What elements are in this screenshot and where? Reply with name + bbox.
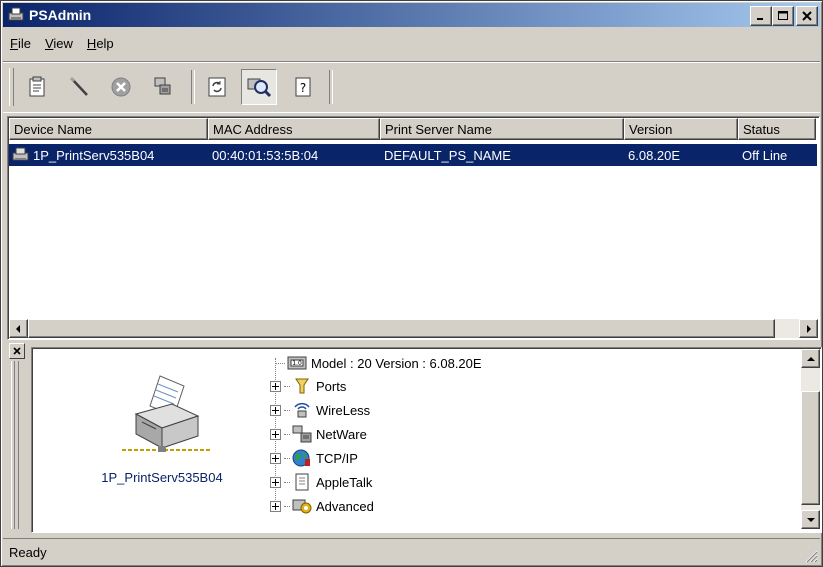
scroll-left-button[interactable] <box>9 319 28 338</box>
status-bar: Ready <box>3 538 820 565</box>
printer-app-icon <box>7 7 25 23</box>
wireless-icon <box>294 402 310 418</box>
device-summary: 1P_PrintServ535B04 <box>52 358 272 518</box>
column-device-name[interactable]: Device Name <box>9 118 208 140</box>
menu-file[interactable]: File <box>3 36 38 51</box>
device-detail-view: 1P_PrintServ535B04 1.0 Model : 20 Versio… <box>31 347 822 533</box>
expand-icon[interactable] <box>270 452 281 464</box>
device-list[interactable]: Device Name MAC Address Print Server Nam… <box>7 116 820 340</box>
refresh-button[interactable] <box>199 69 235 105</box>
table-row[interactable]: 1P_PrintServ535B04 00:40:01:53:5B:04 DEF… <box>9 144 817 166</box>
gear-icon <box>292 499 312 514</box>
help-button[interactable]: ? <box>285 69 321 105</box>
expand-icon[interactable] <box>270 428 281 440</box>
search-button[interactable] <box>241 69 277 105</box>
status-text: Ready <box>9 544 47 560</box>
model-version-text: Model : 20 Version : 6.08.20E <box>311 355 482 371</box>
expand-icon[interactable] <box>270 500 281 512</box>
menu-view[interactable]: View <box>38 36 80 51</box>
tree-item-model[interactable]: 1.0 Model : 20 Version : 6.08.20E <box>275 352 482 374</box>
tree-item-wireless[interactable]: WireLess <box>270 399 370 421</box>
maximize-button[interactable] <box>772 6 794 26</box>
print-server-icon <box>12 147 29 161</box>
expand-icon[interactable] <box>270 404 281 416</box>
horizontal-scroll-thumb[interactable] <box>28 319 775 338</box>
search-icon <box>247 78 272 98</box>
expand-icon[interactable] <box>270 380 281 392</box>
device-name-label[interactable]: 1P_PrintServ535B04 <box>52 470 272 485</box>
stop-icon <box>111 77 131 97</box>
delete-button[interactable] <box>103 69 139 105</box>
close-button[interactable] <box>796 6 818 26</box>
properties-icon <box>29 76 45 97</box>
refresh-icon <box>208 77 226 97</box>
toolbar-grip[interactable] <box>9 68 14 106</box>
device-tree[interactable]: 1.0 Model : 20 Version : 6.08.20E Ports <box>270 350 790 530</box>
psadmin-window: PSAdmin File View Help ? Device Name MAC… <box>0 0 823 567</box>
cell-print-server-name: DEFAULT_PS_NAME <box>384 147 511 163</box>
cell-device-name: 1P_PrintServ535B04 <box>33 147 155 163</box>
arrow-right-icon <box>806 324 811 333</box>
toolbar-separator <box>191 70 195 104</box>
column-version[interactable]: Version <box>624 118 738 140</box>
close-pane-button[interactable] <box>9 343 25 359</box>
arrow-down-icon <box>806 517 815 522</box>
wand-icon <box>69 76 88 96</box>
upgrade-button[interactable] <box>61 69 97 105</box>
appletalk-icon <box>295 473 309 491</box>
tree-item-netware[interactable]: NetWare <box>270 423 367 445</box>
column-print-server-name[interactable]: Print Server Name <box>380 118 624 140</box>
printer-large-icon <box>122 375 212 452</box>
tree-item-ports[interactable]: Ports <box>270 375 346 397</box>
resize-grip-icon[interactable] <box>804 549 818 563</box>
tree-item-appletalk[interactable]: AppleTalk <box>270 471 372 493</box>
column-status[interactable]: Status <box>738 118 816 140</box>
ports-icon <box>295 378 309 394</box>
minimize-button[interactable] <box>750 6 772 26</box>
network-server-icon <box>154 77 171 95</box>
pane-splitter-grip[interactable] <box>11 361 19 529</box>
title-bar[interactable]: PSAdmin <box>3 3 820 27</box>
svg-text:1.0: 1.0 <box>292 360 302 367</box>
arrow-up-icon <box>806 356 815 361</box>
arrow-left-icon <box>15 324 20 333</box>
connect-button[interactable] <box>145 69 181 105</box>
horizontal-scrollbar[interactable] <box>9 319 818 338</box>
tree-item-tcpip[interactable]: TCP/IP <box>270 447 358 469</box>
vertical-scrollbar[interactable] <box>801 349 820 529</box>
scroll-right-button[interactable] <box>799 319 818 338</box>
toolbar: ? <box>3 61 820 113</box>
scroll-up-button[interactable] <box>801 349 820 368</box>
window-title: PSAdmin <box>29 7 92 23</box>
column-mac-address[interactable]: MAC Address <box>208 118 380 140</box>
cell-version: 6.08.20E <box>628 147 681 163</box>
list-header: Device Name MAC Address Print Server Nam… <box>9 118 816 140</box>
vertical-scroll-thumb[interactable] <box>801 391 820 505</box>
globe-icon <box>292 449 310 467</box>
menu-bar: File View Help <box>3 31 121 55</box>
netware-icon <box>292 425 312 443</box>
toolbar-separator <box>329 70 333 104</box>
cell-mac-address: 00:40:01:53:5B:04 <box>212 147 319 163</box>
tree-item-advanced[interactable]: Advanced <box>270 495 374 517</box>
scroll-down-button[interactable] <box>801 510 820 529</box>
help-icon: ? <box>295 77 311 97</box>
expand-icon[interactable] <box>270 476 281 488</box>
detail-pane: 1P_PrintServ535B04 1.0 Model : 20 Versio… <box>3 343 822 533</box>
cell-status: Off Line <box>742 147 788 163</box>
svg-text:?: ? <box>300 81 306 95</box>
menu-help[interactable]: Help <box>80 36 121 51</box>
properties-button[interactable] <box>19 69 55 105</box>
close-icon <box>13 347 21 355</box>
model-icon: 1.0 <box>287 356 307 370</box>
